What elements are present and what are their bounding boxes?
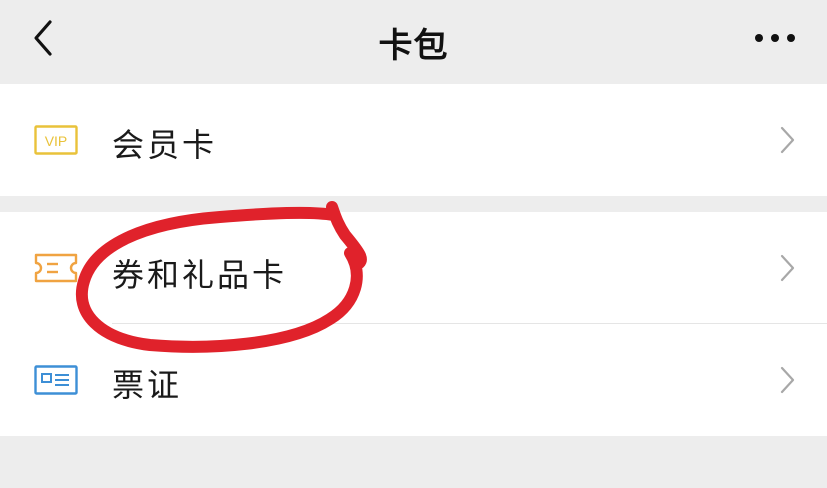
vip-card-icon: VIP bbox=[34, 125, 78, 155]
section-membership: VIP 会员卡 bbox=[0, 84, 827, 196]
card-wallet-page: 卡包 VIP 会员卡 券和礼品卡 票证 bbox=[0, 0, 827, 488]
more-dots-icon bbox=[755, 34, 795, 42]
svg-text:VIP: VIP bbox=[45, 133, 68, 149]
list-item-coupons-gift-cards[interactable]: 券和礼品卡 bbox=[0, 212, 827, 324]
list-item-membership-card[interactable]: VIP 会员卡 bbox=[0, 84, 827, 196]
nav-bar: 卡包 bbox=[0, 0, 827, 82]
coupon-icon bbox=[34, 253, 78, 283]
section-coupons-tickets: 券和礼品卡 票证 bbox=[0, 212, 827, 436]
page-title: 卡包 bbox=[378, 26, 449, 66]
list-item-tickets[interactable]: 票证 bbox=[0, 324, 827, 436]
list-item-label: 票证 bbox=[112, 366, 183, 404]
list-item-label: 券和礼品卡 bbox=[112, 256, 288, 294]
chevron-right-icon bbox=[780, 366, 795, 394]
id-card-icon bbox=[34, 365, 78, 395]
more-button[interactable] bbox=[751, 26, 799, 50]
chevron-right-icon bbox=[780, 126, 795, 154]
list-item-label: 会员卡 bbox=[112, 126, 218, 164]
chevron-right-icon bbox=[780, 254, 795, 282]
